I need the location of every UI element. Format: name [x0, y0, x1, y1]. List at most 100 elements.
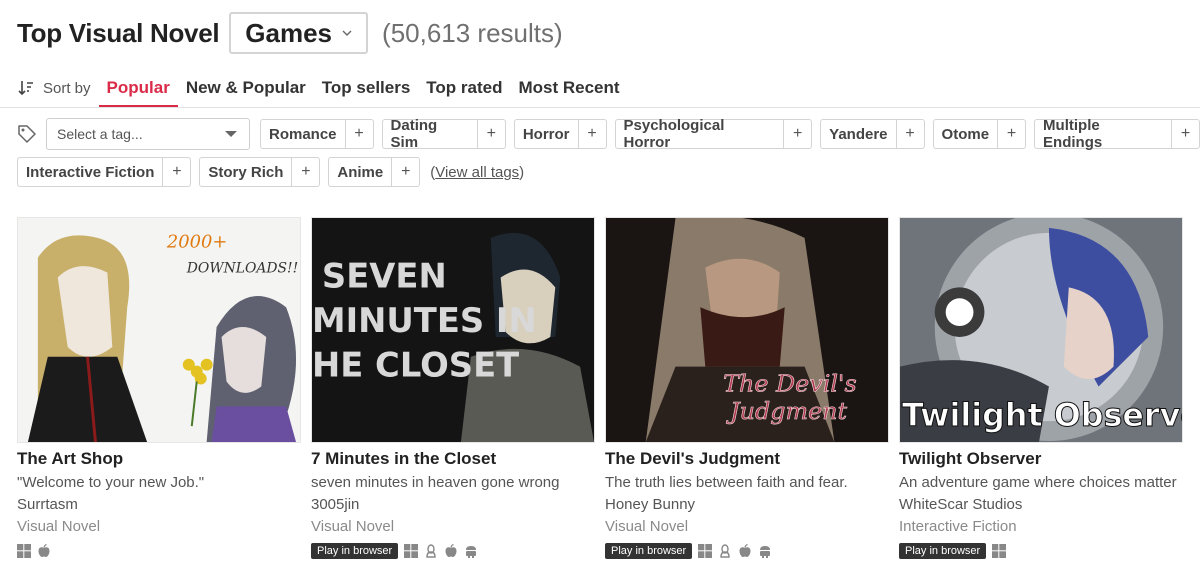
view-all-tags-text[interactable]: View all tags	[435, 164, 519, 181]
sort-icon	[18, 81, 33, 96]
game-cover-image[interactable]: SEVEN MINUTES IN HE CLOSET	[311, 217, 595, 443]
game-grid: 2000+ DOWNLOADS!! The Art Shop "Welcome …	[17, 217, 1183, 559]
android-icon	[760, 546, 771, 558]
play-in-browser-badge: Play in browser	[899, 543, 987, 559]
game-genre: Visual Novel	[311, 518, 395, 535]
cover-text: MINUTES IN	[312, 301, 537, 340]
type-dropdown[interactable]: Games	[229, 12, 369, 54]
view-all-tags-link[interactable]: (View all tags)	[430, 164, 524, 181]
game-genre: Visual Novel	[605, 518, 689, 535]
linux-icon	[720, 544, 730, 558]
cover-text: 2000+	[166, 232, 227, 253]
game-author[interactable]: WhiteScar Studios	[899, 496, 1183, 513]
page-header: Top Visual Novel Games (50,613 results)	[17, 12, 563, 54]
tag-horror[interactable]: Horror	[515, 120, 578, 148]
tag-chip: Multiple Endings +	[1034, 117, 1200, 151]
play-in-browser-badge: Play in browser	[311, 543, 399, 559]
game-title[interactable]: Twilight Observer	[899, 449, 1183, 469]
tag-dating-sim[interactable]: Dating Sim	[383, 117, 477, 151]
page-title: Top Visual Novel	[17, 17, 220, 48]
cover-text: HE CLOSET	[312, 346, 519, 385]
results-count: (50,613 results)	[382, 17, 563, 48]
sort-tab-top-rated[interactable]: Top rated	[418, 68, 510, 108]
game-genre: Visual Novel	[17, 518, 101, 535]
cover-text: SEVEN	[322, 256, 447, 295]
game-author[interactable]: Honey Bunny	[605, 496, 889, 513]
add-tag-button[interactable]: +	[476, 120, 505, 148]
tag-chip: Interactive Fiction +	[17, 157, 192, 187]
add-tag-button[interactable]: +	[1171, 120, 1199, 148]
chevron-down-icon	[342, 30, 352, 36]
play-in-browser-badge: Play in browser	[605, 543, 693, 559]
sort-bar: Sort by Popular New & Popular Top seller…	[17, 68, 628, 108]
tag-chip: Romance +	[260, 119, 374, 149]
game-card: 2000+ DOWNLOADS!! The Art Shop "Welcome …	[17, 217, 301, 559]
add-tag-button[interactable]: +	[895, 120, 924, 148]
tag-romance[interactable]: Romance	[261, 120, 345, 148]
tag-yandere[interactable]: Yandere	[821, 120, 895, 148]
tag-chip: Yandere +	[820, 119, 925, 149]
game-cover-image[interactable]: The Devil's Judgment	[605, 217, 889, 443]
windows-icon	[698, 544, 713, 558]
cover-text: Judgment	[726, 397, 847, 425]
game-description: "Welcome to your new Job."	[17, 474, 205, 491]
sort-tab-top-sellers[interactable]: Top sellers	[314, 68, 419, 108]
game-author[interactable]: Surrtasm	[17, 496, 301, 513]
tag-story-rich[interactable]: Story Rich	[200, 158, 291, 186]
apple-icon	[445, 544, 457, 557]
platform-list	[17, 543, 301, 559]
sort-by-label: Sort by	[17, 79, 91, 97]
caret-down-icon	[225, 131, 237, 137]
tag-select-placeholder: Select a tag...	[57, 126, 143, 142]
add-tag-button[interactable]: +	[577, 120, 606, 148]
apple-icon	[739, 544, 751, 557]
tag-chip: Anime +	[328, 157, 421, 187]
game-genre: Interactive Fiction	[899, 518, 1017, 535]
game-card: SEVEN MINUTES IN HE CLOSET 7 Minutes in …	[311, 217, 595, 559]
game-cover-image[interactable]: 2000+ DOWNLOADS!!	[17, 217, 301, 443]
tag-anime[interactable]: Anime	[329, 158, 391, 186]
tag-row-1: Romance + Dating Sim + Horror + Psychologic…	[260, 117, 1200, 151]
game-card: The Devil's Judgment The Devil's Judgmen…	[605, 217, 889, 559]
game-title[interactable]: The Devil's Judgment	[605, 449, 889, 469]
divider	[0, 107, 1200, 108]
game-author[interactable]: 3005jin	[311, 496, 595, 513]
add-tag-button[interactable]: +	[344, 120, 373, 148]
windows-icon	[992, 544, 1007, 558]
game-description: An adventure game where choices matter	[899, 474, 1177, 491]
windows-icon	[17, 544, 31, 558]
tag-psychological-horror[interactable]: Psychological Horror	[616, 117, 784, 151]
tag-chip: Horror +	[513, 119, 607, 149]
cover-text: Twilight Observer	[902, 398, 1183, 434]
platform-list: Play in browser	[899, 543, 1183, 559]
add-tag-button[interactable]: +	[391, 158, 419, 186]
type-dropdown-value: Games	[245, 17, 333, 48]
apple-icon	[38, 544, 50, 557]
android-icon	[466, 546, 477, 558]
platform-list: Play in browser	[311, 543, 595, 559]
cover-text: The Devil's	[723, 369, 857, 397]
tag-select-dropdown[interactable]: Select a tag...	[46, 118, 250, 150]
tag-chip: Otome +	[932, 119, 1027, 149]
tag-chip: Story Rich +	[199, 157, 321, 187]
tag-multiple-endings[interactable]: Multiple Endings	[1035, 117, 1171, 151]
tag-icon	[18, 125, 36, 143]
add-tag-button[interactable]: +	[997, 120, 1025, 148]
linux-icon	[426, 544, 436, 558]
game-title[interactable]: The Art Shop	[17, 449, 301, 469]
cover-text: DOWNLOADS!!	[186, 261, 298, 277]
game-card: Twilight Observer Twilight Observer An a…	[899, 217, 1183, 559]
sort-tab-most-recent[interactable]: Most Recent	[510, 68, 627, 108]
tag-otome[interactable]: Otome	[934, 120, 998, 148]
game-title[interactable]: 7 Minutes in the Closet	[311, 449, 595, 469]
tag-chip: Psychological Horror +	[614, 117, 813, 151]
game-cover-image[interactable]: Twilight Observer	[899, 217, 1183, 443]
add-tag-button[interactable]: +	[162, 158, 190, 186]
tag-interactive-fiction[interactable]: Interactive Fiction	[18, 158, 162, 186]
sort-tab-popular[interactable]: Popular	[98, 68, 179, 108]
sort-tab-new-popular[interactable]: New & Popular	[178, 68, 314, 108]
tag-row-2: Interactive Fiction + Story Rich + Anime + …	[17, 157, 524, 187]
add-tag-button[interactable]: +	[783, 120, 811, 148]
tag-chip: Dating Sim +	[381, 117, 506, 151]
add-tag-button[interactable]: +	[291, 158, 319, 186]
